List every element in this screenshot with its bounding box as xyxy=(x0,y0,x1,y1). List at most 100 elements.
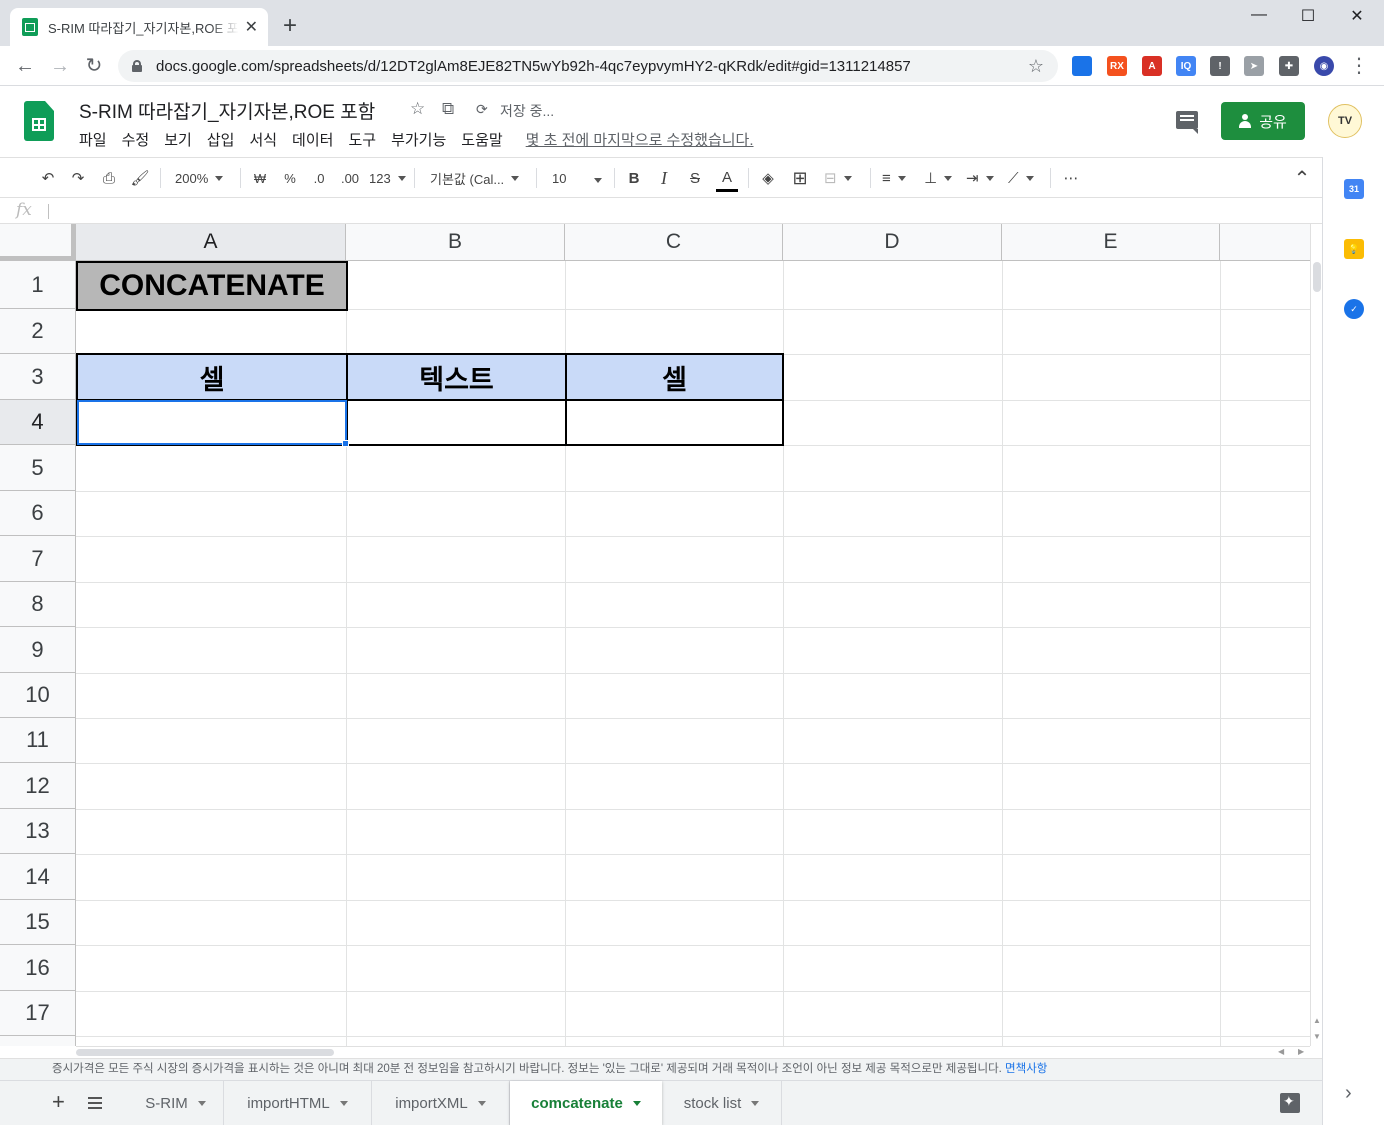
menu-data[interactable]: 데이터 xyxy=(292,129,333,150)
row-header-16[interactable]: 16 xyxy=(0,945,76,991)
scroll-right-arrow-icon[interactable]: ▶ xyxy=(1298,1047,1304,1056)
avatar[interactable]: TV xyxy=(1328,104,1362,138)
profile-extension-icon[interactable]: ◉ xyxy=(1314,56,1334,76)
menu-tools[interactable]: 도구 xyxy=(348,129,376,150)
cursor-extension-icon[interactable]: ➤ xyxy=(1244,56,1264,76)
maximize-button[interactable]: ☐ xyxy=(1293,6,1323,26)
cell-b4[interactable] xyxy=(346,399,567,446)
fill-handle[interactable] xyxy=(342,440,349,447)
column-header-b[interactable]: B xyxy=(346,224,565,261)
row-header-5[interactable]: 5 xyxy=(0,445,76,491)
select-all-corner[interactable] xyxy=(0,224,76,261)
row-header-2[interactable]: 2 xyxy=(0,309,76,354)
document-title[interactable]: S-RIM 따라잡기_자기자본,ROE 포함 xyxy=(79,97,375,124)
row-header-9[interactable]: 9 xyxy=(0,627,76,673)
info-extension-icon[interactable]: ! xyxy=(1210,56,1230,76)
sheet-tab-stock-list[interactable]: stock list xyxy=(662,1081,782,1125)
window-close-button[interactable]: ✕ xyxy=(1342,6,1372,26)
row-header-6[interactable]: 6 xyxy=(0,491,76,536)
cell-a3[interactable]: 셀 xyxy=(76,353,348,401)
decrease-decimal-button[interactable]: .0 xyxy=(308,166,330,190)
row-header-3[interactable]: 3 xyxy=(0,354,76,400)
explore-icon[interactable] xyxy=(1280,1093,1300,1113)
percent-format-button[interactable]: % xyxy=(282,166,298,190)
star-icon[interactable]: ☆ xyxy=(410,99,425,119)
menu-format[interactable]: 서식 xyxy=(249,129,277,150)
font-size-select[interactable]: 10 xyxy=(552,166,602,190)
forward-button[interactable]: → xyxy=(48,54,72,78)
merge-cells-icon[interactable]: ⊟ xyxy=(824,166,852,190)
row-header-4[interactable]: 4 xyxy=(0,400,76,445)
column-header-e[interactable]: E xyxy=(1002,224,1220,261)
menu-view[interactable]: 보기 xyxy=(164,129,192,150)
menu-help[interactable]: 도움말 xyxy=(461,129,502,150)
text-wrap-icon[interactable]: ⇥ xyxy=(966,166,994,190)
side-panel-expand-icon[interactable]: › xyxy=(1345,1082,1352,1105)
vertical-scrollbar[interactable]: ▲ ▼ xyxy=(1310,224,1322,1046)
horizontal-align-icon[interactable]: ≡ xyxy=(882,166,906,190)
row-header-8[interactable]: 8 xyxy=(0,582,76,627)
row-header-11[interactable]: 11 xyxy=(0,718,76,763)
menu-insert[interactable]: 삽입 xyxy=(207,129,235,150)
bookmark-star-icon[interactable]: ☆ xyxy=(1028,56,1044,77)
currency-format-button[interactable]: ₩ xyxy=(252,166,268,190)
text-rotation-icon[interactable]: ⟋ xyxy=(1008,166,1034,190)
sheet-tab-importxml[interactable]: importXML xyxy=(372,1081,510,1125)
row-header-15[interactable]: 15 xyxy=(0,900,76,945)
menu-edit[interactable]: 수정 xyxy=(122,129,150,150)
more-formats-select[interactable]: 123 xyxy=(369,166,406,190)
row-header-14[interactable]: 14 xyxy=(0,854,76,900)
row-header-12[interactable]: 12 xyxy=(0,763,76,809)
scroll-left-arrow-icon[interactable]: ◀ xyxy=(1278,1047,1284,1056)
calendar-icon[interactable]: 31 xyxy=(1344,179,1364,199)
row-header-10[interactable]: 10 xyxy=(0,673,76,718)
scroll-down-arrow-icon[interactable]: ▼ xyxy=(1313,1032,1321,1041)
redo-icon[interactable]: ↷ xyxy=(68,166,88,190)
strikethrough-button[interactable]: S xyxy=(686,166,704,190)
reload-button[interactable]: ↻ xyxy=(82,54,106,78)
fill-color-icon[interactable]: ◈ xyxy=(758,166,778,190)
formula-input[interactable] xyxy=(52,198,1322,225)
back-button[interactable]: ← xyxy=(13,54,37,78)
increase-decimal-button[interactable]: .00 xyxy=(338,166,362,190)
url-text[interactable]: docs.google.com/spreadsheets/d/12DT2glAm… xyxy=(156,58,1028,75)
cell-a1[interactable]: CONCATENATE xyxy=(76,261,348,311)
browser-tab[interactable]: S-RIM 따라잡기_자기자본,ROE 포함 - Google 스프레드시트 ✕ xyxy=(10,8,268,46)
horizontal-scrollbar[interactable]: ◀ ▶ xyxy=(76,1046,1310,1058)
lock-icon[interactable] xyxy=(132,60,142,72)
row-header-18[interactable] xyxy=(0,1036,76,1046)
cell-c3[interactable]: 셀 xyxy=(565,353,784,401)
scroll-up-arrow-icon[interactable]: ▲ xyxy=(1313,1016,1321,1025)
cast-extension-icon[interactable] xyxy=(1072,56,1092,76)
sheets-logo-icon[interactable] xyxy=(24,101,54,141)
text-color-button[interactable]: A xyxy=(716,166,738,192)
row-header-17[interactable]: 17 xyxy=(0,991,76,1036)
last-edit-link[interactable]: 몇 초 전에 마지막으로 수정했습니다. xyxy=(526,129,754,150)
horizontal-scroll-thumb[interactable] xyxy=(76,1049,334,1056)
acrobat-extension-icon[interactable]: A xyxy=(1142,56,1162,76)
paint-format-icon[interactable]: 🖌 xyxy=(130,166,150,190)
disclaimer-link[interactable]: 면책사항 xyxy=(1005,1063,1047,1075)
borders-icon[interactable]: ⊞ xyxy=(790,166,810,190)
comment-history-icon[interactable] xyxy=(1176,111,1198,134)
collapse-menus-icon[interactable]: ⌃ xyxy=(1292,166,1312,190)
column-header-f[interactable] xyxy=(1220,224,1310,261)
rx-extension-icon[interactable]: RX xyxy=(1107,56,1127,76)
puzzle-extension-icon[interactable]: ✚ xyxy=(1279,56,1299,76)
vertical-align-icon[interactable]: ⊥ xyxy=(924,166,952,190)
add-sheet-button[interactable]: + xyxy=(52,1089,65,1115)
zoom-select[interactable]: 200% xyxy=(175,166,223,190)
cell-c4[interactable] xyxy=(565,399,784,446)
column-header-c[interactable]: C xyxy=(565,224,783,261)
cell-a4[interactable] xyxy=(76,399,348,446)
keep-icon[interactable]: 💡 xyxy=(1344,239,1364,259)
column-header-a[interactable]: A xyxy=(76,224,346,261)
omnibox[interactable]: docs.google.com/spreadsheets/d/12DT2glAm… xyxy=(118,50,1058,82)
menu-file[interactable]: 파일 xyxy=(79,129,107,150)
sheet-tab-importhtml[interactable]: importHTML xyxy=(224,1081,372,1125)
bold-button[interactable]: B xyxy=(626,166,642,190)
undo-icon[interactable]: ↶ xyxy=(38,166,58,190)
column-header-d[interactable]: D xyxy=(783,224,1002,261)
italic-button[interactable]: I xyxy=(656,166,672,190)
minimize-button[interactable]: — xyxy=(1244,6,1274,24)
